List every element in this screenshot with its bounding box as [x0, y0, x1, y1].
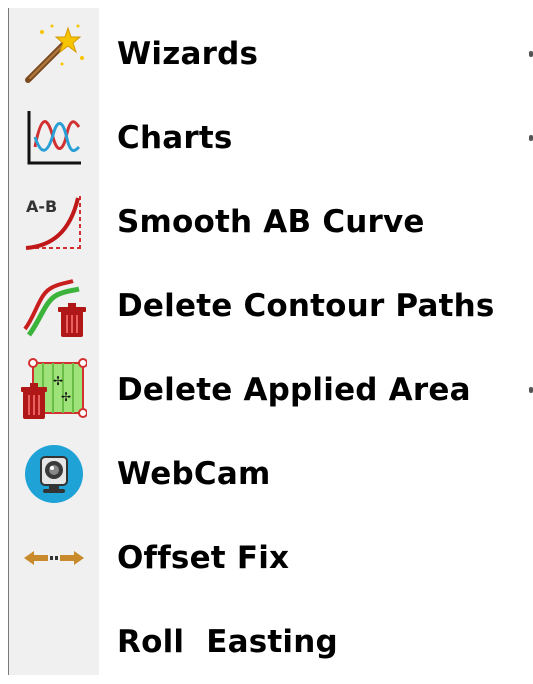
menu-item-label: Delete Contour Paths — [117, 288, 495, 324]
menu-item-wizards[interactable]: Wizards — [9, 12, 533, 96]
offset-arrows-icon — [9, 516, 99, 600]
menu-item-label: Charts — [117, 120, 233, 156]
menu-item-delete-applied-area[interactable]: ✢ ✢ Delete Applied Area — [9, 348, 533, 432]
menu-item-label: WebCam — [117, 456, 271, 492]
submenu-indicator-icon — [529, 51, 533, 57]
svg-text:✢: ✢ — [53, 374, 63, 388]
submenu-indicator-icon — [529, 387, 533, 393]
menu-item-label: Smooth AB Curve — [117, 204, 425, 240]
webcam-icon — [9, 432, 99, 516]
empty-icon-slot — [9, 600, 99, 684]
menu-item-label: Offset Fix — [117, 540, 290, 576]
chart-icon — [9, 96, 99, 180]
svg-text:A-B: A-B — [26, 197, 57, 216]
delete-contour-icon — [9, 264, 99, 348]
menu-item-delete-contour-paths[interactable]: Delete Contour Paths — [9, 264, 533, 348]
menu-item-label: Roll Easting — [117, 624, 338, 660]
magic-wand-icon — [9, 12, 99, 96]
menu-item-offset-fix[interactable]: Offset Fix — [9, 516, 533, 600]
context-menu: Wizards Charts A-B Smooth AB Curve Delet… — [0, 0, 533, 675]
menu-item-roll-easting[interactable]: Roll Easting — [9, 600, 533, 684]
submenu-indicator-icon — [529, 135, 533, 141]
menu-item-label: Wizards — [117, 36, 259, 72]
menu-item-webcam[interactable]: WebCam — [9, 432, 533, 516]
menu-item-smooth-ab-curve[interactable]: A-B Smooth AB Curve — [9, 180, 533, 264]
svg-text:✢: ✢ — [61, 390, 71, 404]
menu-item-label: Delete Applied Area — [117, 372, 471, 408]
ab-curve-icon: A-B — [9, 180, 99, 264]
delete-area-icon: ✢ ✢ — [9, 348, 99, 432]
menu-item-charts[interactable]: Charts — [9, 96, 533, 180]
